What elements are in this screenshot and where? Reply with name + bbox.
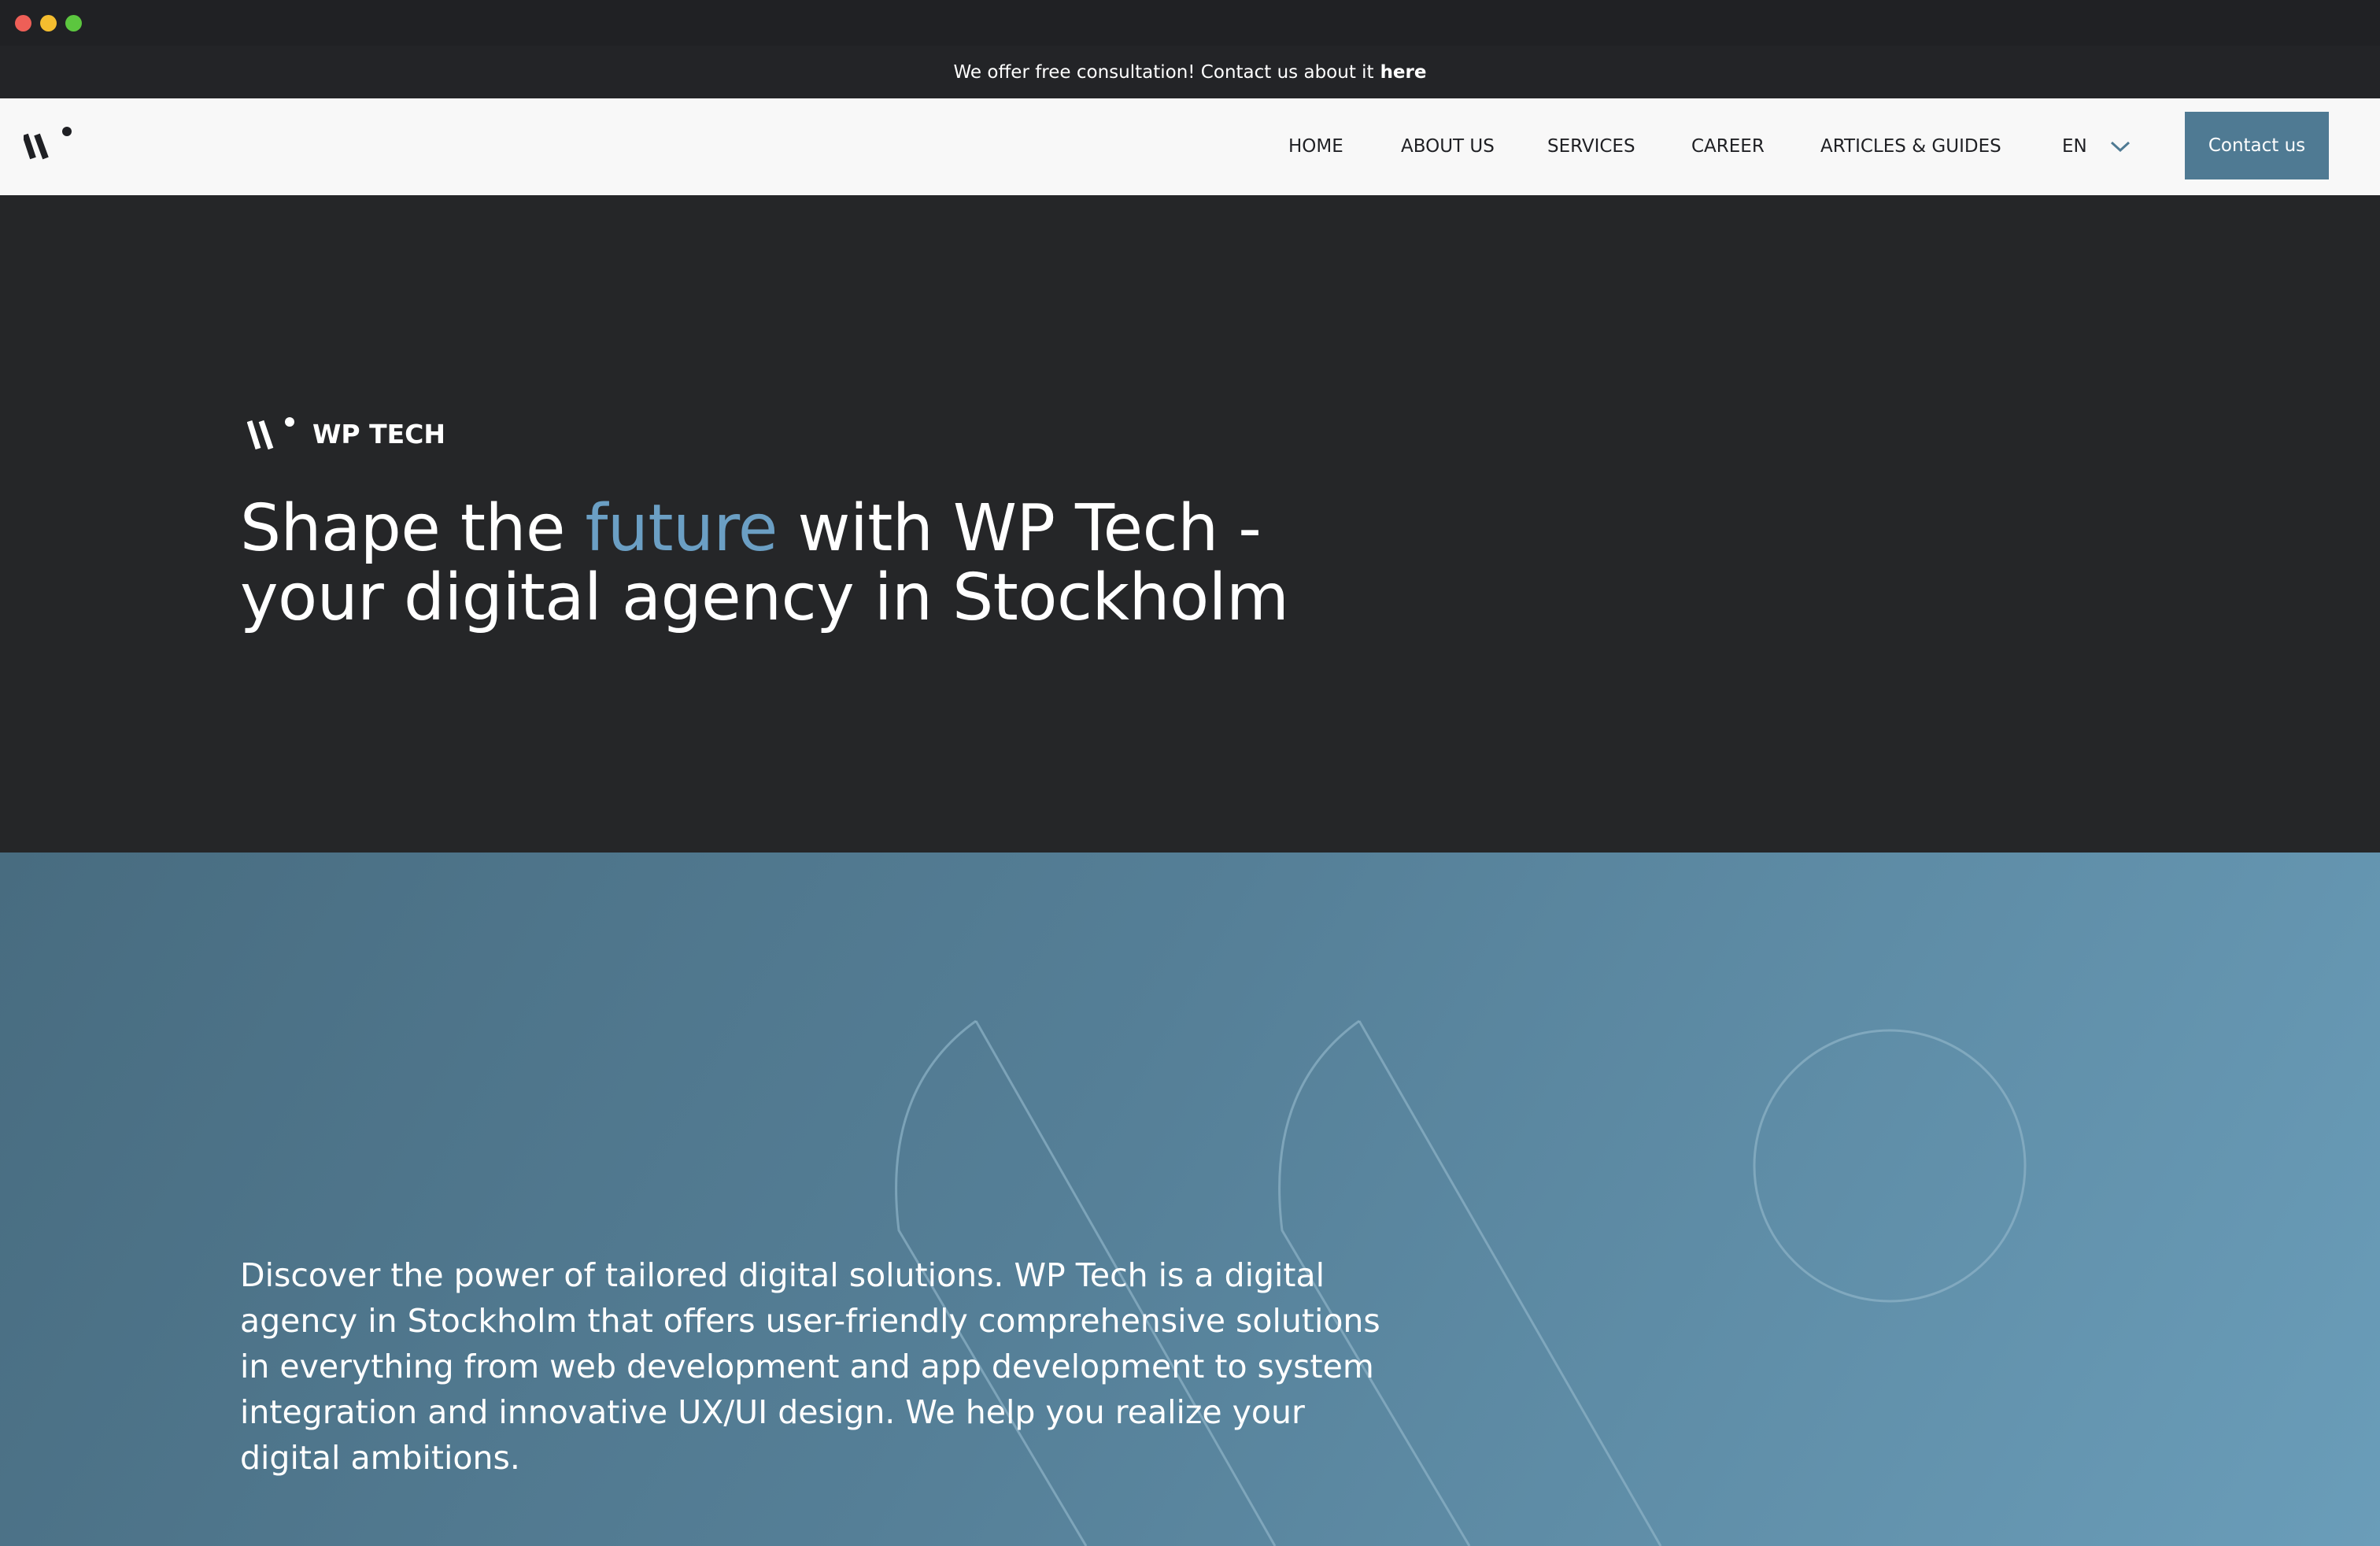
hero-title: Shape the future with WP Tech - your dig…: [240, 494, 1421, 633]
window-titlebar: [0, 0, 2380, 46]
nav-item-career[interactable]: CAREER: [1691, 135, 1765, 158]
nav-item-services[interactable]: SERVICES: [1547, 135, 1635, 158]
wp-tech-logo-icon: [247, 417, 294, 450]
nav-item-about-us[interactable]: ABOUT US: [1401, 135, 1495, 158]
intro-section: Discover the power of tailored digital s…: [0, 853, 2380, 1546]
language-selector[interactable]: EN: [2062, 135, 2087, 158]
hero-title-start: Shape the: [240, 491, 586, 566]
promo-bar: We offer free consultation! Contact us a…: [0, 46, 2380, 98]
promo-link[interactable]: here: [1380, 62, 1427, 83]
wp-tech-logo-icon[interactable]: [24, 125, 74, 166]
nav-item-articles-guides[interactable]: ARTICLES & GUIDES: [1820, 135, 2001, 158]
chevron-down-icon[interactable]: [2109, 139, 2131, 154]
minimize-window-button[interactable]: [40, 15, 57, 31]
hero-section: WP TECH Shape the future with WP Tech - …: [0, 195, 2380, 853]
maximize-window-button[interactable]: [65, 15, 82, 31]
nav-item-home[interactable]: HOME: [1288, 135, 1343, 158]
intro-paragraph: Discover the power of tailored digital s…: [240, 1256, 1380, 1477]
promo-text: We offer free consultation! Contact us a…: [953, 61, 1374, 83]
hero-title-accent: future: [585, 491, 778, 566]
close-window-button[interactable]: [15, 15, 31, 31]
brand-name: WP TECH: [312, 419, 445, 449]
contact-us-button[interactable]: Contact us: [2185, 112, 2329, 179]
main-navigation: HOME ABOUT US SERVICES CAREER ARTICLES &…: [0, 98, 2380, 195]
